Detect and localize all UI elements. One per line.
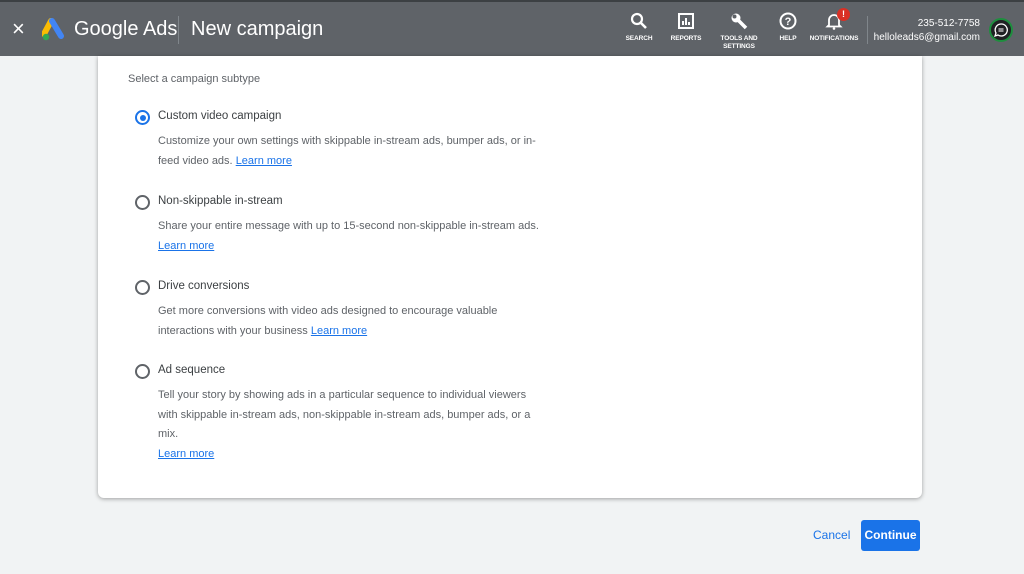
top-bar: × Google Ads New campaign SEARCH REPORTS…: [0, 0, 1024, 56]
option-title: Ad sequence: [158, 364, 226, 376]
reports-label: REPORTS: [670, 35, 702, 42]
learn-more-link[interactable]: Learn more: [158, 240, 214, 252]
notification-badge: !: [837, 8, 850, 21]
continue-button[interactable]: Continue: [861, 520, 920, 551]
option-description-text: Share your entire message with up to 15-…: [158, 220, 539, 232]
radio-button[interactable]: [135, 195, 150, 210]
campaign-subtype-card: Select a campaign subtype Custom video c…: [98, 56, 922, 498]
brand-name: Google Ads: [74, 18, 178, 40]
radio-button[interactable]: [135, 280, 150, 295]
radio-button-selected[interactable]: [135, 110, 150, 125]
svg-text:?: ?: [785, 16, 792, 28]
page-title: New campaign: [191, 18, 324, 40]
wrench-icon: [731, 13, 748, 30]
option-description: Tell your story by showing ads in a part…: [158, 386, 543, 464]
section-subtitle: Select a campaign subtype: [128, 73, 261, 85]
reports-icon: [678, 13, 694, 29]
chat-icon: [994, 23, 1008, 37]
notifications-button[interactable]: ! NOTIFICATIONS: [804, 8, 864, 43]
reports-button[interactable]: REPORTS: [656, 12, 716, 43]
account-phone: 235-512-7758: [917, 18, 980, 29]
option-title: Drive conversions: [158, 280, 250, 292]
cancel-button[interactable]: Cancel: [813, 528, 850, 542]
divider: [867, 16, 868, 44]
option-title: Custom video campaign: [158, 110, 282, 122]
learn-more-link[interactable]: Learn more: [311, 325, 367, 337]
learn-more-link[interactable]: Learn more: [158, 448, 214, 460]
google-ads-logo-icon: [42, 18, 64, 41]
option-title: Non-skippable in-stream: [158, 195, 283, 207]
option-description-text: Tell your story by showing ads in a part…: [158, 389, 531, 440]
option-description: Share your entire message with up to 15-…: [158, 217, 548, 256]
option-description: Get more conversions with video ads desi…: [158, 302, 498, 341]
option-description: Customize your own settings with skippab…: [158, 132, 548, 171]
learn-more-link[interactable]: Learn more: [236, 155, 292, 167]
option-description-text: Customize your own settings with skippab…: [158, 135, 536, 167]
close-button[interactable]: ×: [12, 16, 25, 42]
help-icon: ?: [779, 12, 797, 30]
radio-button[interactable]: [135, 364, 150, 379]
chat-avatar-button[interactable]: [989, 18, 1013, 42]
divider: [178, 16, 179, 44]
search-icon: [630, 12, 647, 29]
account-info[interactable]: 235-512-7758 helloleads6@gmail.com: [874, 17, 980, 45]
account-email: helloleads6@gmail.com: [873, 32, 980, 43]
notifications-label: NOTIFICATIONS: [809, 35, 859, 42]
